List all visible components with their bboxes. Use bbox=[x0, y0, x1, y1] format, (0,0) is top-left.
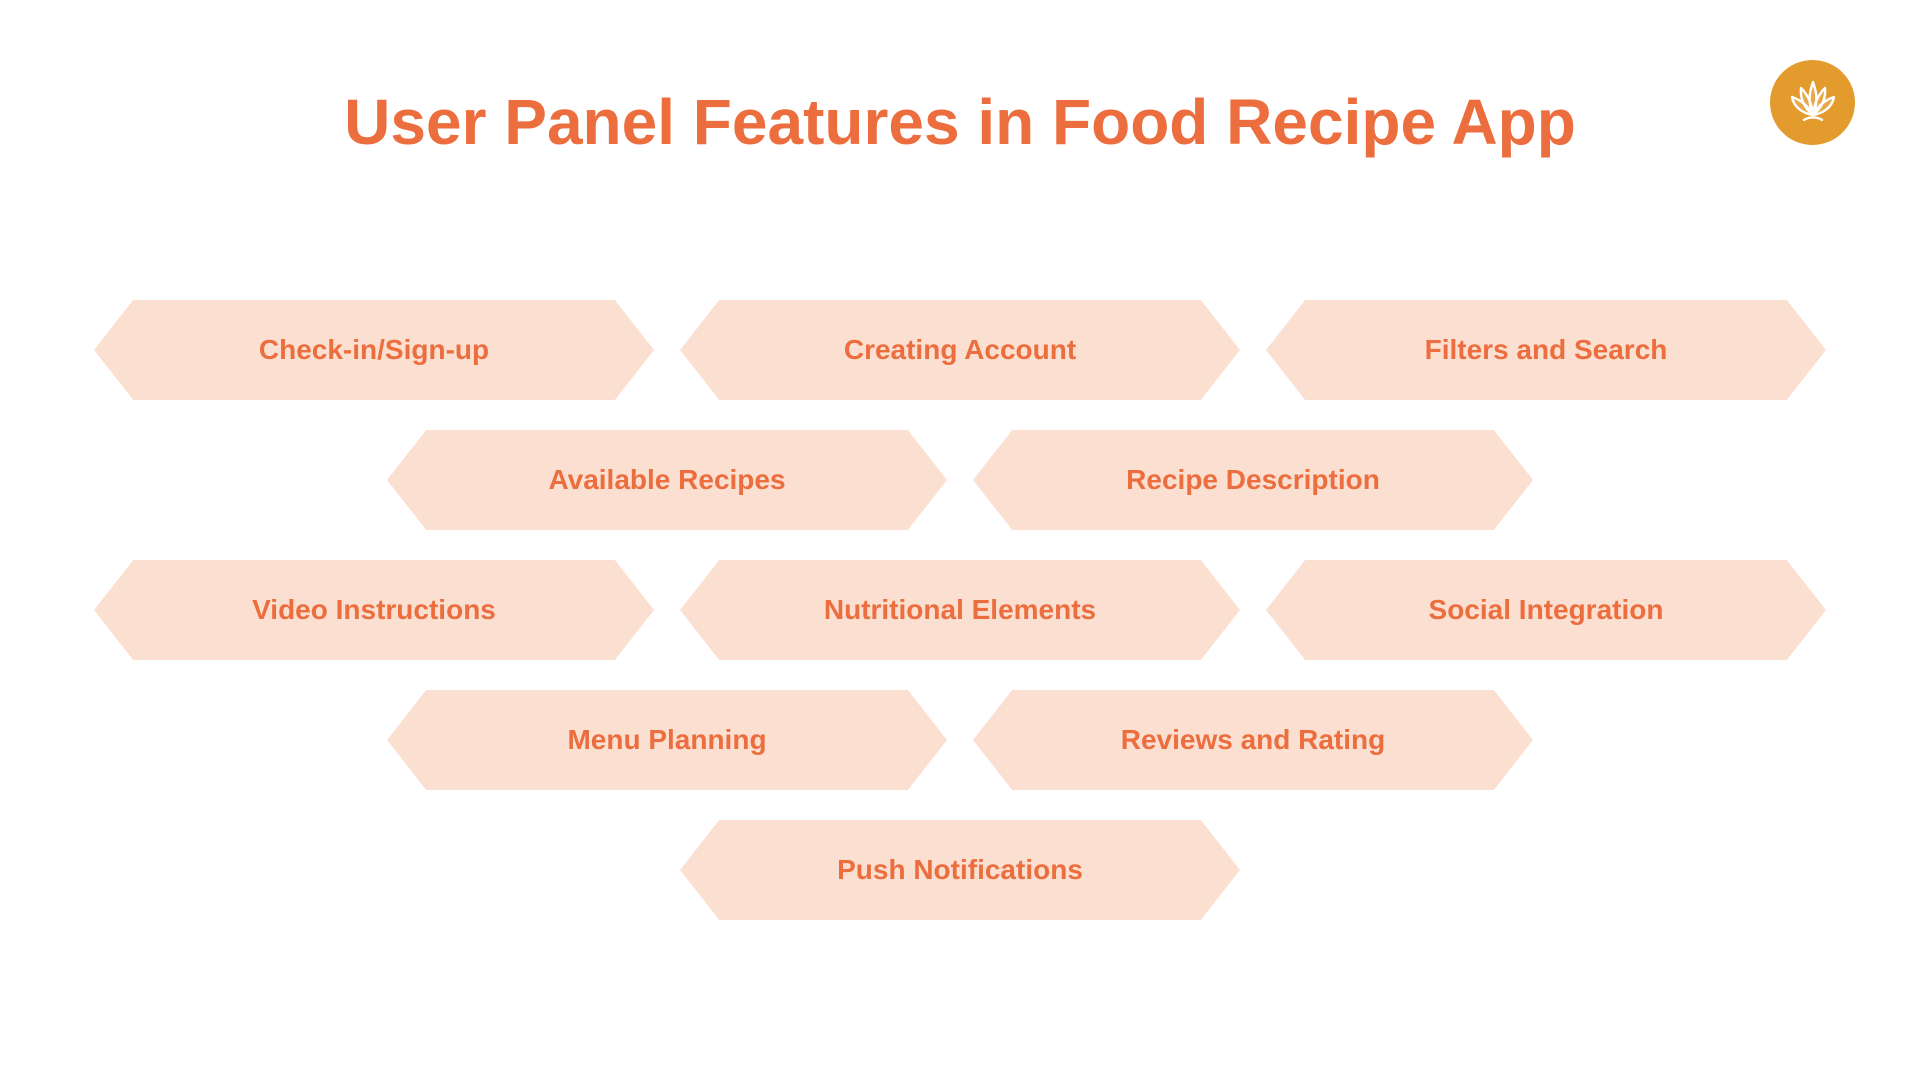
feature-hex: Available Recipes bbox=[387, 430, 947, 530]
feature-hex: Reviews and Rating bbox=[973, 690, 1533, 790]
feature-hex: Check-in/Sign-up bbox=[94, 300, 654, 400]
feature-hex: Filters and Search bbox=[1266, 300, 1826, 400]
page-title: User Panel Features in Food Recipe App bbox=[344, 85, 1576, 159]
feature-row: Video Instructions Nutritional Elements … bbox=[70, 560, 1850, 660]
feature-row: Menu Planning Reviews and Rating bbox=[70, 690, 1850, 790]
feature-hex: Social Integration bbox=[1266, 560, 1826, 660]
feature-hex: Recipe Description bbox=[973, 430, 1533, 530]
lotus-logo-icon bbox=[1770, 60, 1855, 145]
feature-hex: Nutritional Elements bbox=[680, 560, 1240, 660]
feature-row: Check-in/Sign-up Creating Account Filter… bbox=[70, 300, 1850, 400]
feature-hex: Menu Planning bbox=[387, 690, 947, 790]
feature-rows: Check-in/Sign-up Creating Account Filter… bbox=[70, 300, 1850, 920]
feature-row: Available Recipes Recipe Description bbox=[70, 430, 1850, 530]
feature-row: Push Notifications bbox=[70, 820, 1850, 920]
feature-hex: Push Notifications bbox=[680, 820, 1240, 920]
feature-hex: Video Instructions bbox=[94, 560, 654, 660]
feature-hex: Creating Account bbox=[680, 300, 1240, 400]
